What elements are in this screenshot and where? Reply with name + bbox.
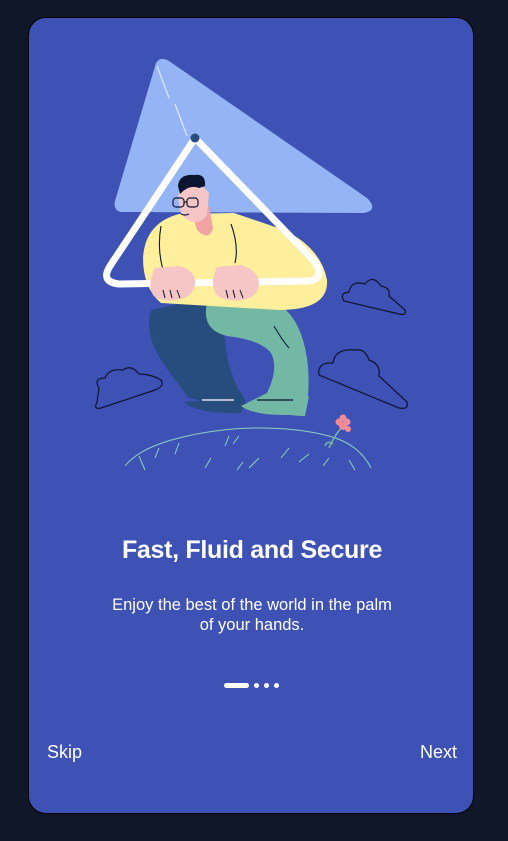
- onboarding-subtitle: Enjoy the best of the world in the palm …: [112, 596, 392, 634]
- hang-glider-illustration: [95, 58, 408, 471]
- pagination-dot[interactable]: [264, 683, 269, 688]
- skip-button[interactable]: Skip: [47, 742, 82, 763]
- pagination-indicator: [224, 683, 279, 688]
- onboarding-screen: Fast, Fluid and Secure Enjoy the best of…: [28, 17, 474, 814]
- pagination-dot[interactable]: [274, 683, 279, 688]
- onboarding-title: Fast, Fluid and Secure: [121, 536, 383, 564]
- pagination-dot-active[interactable]: [224, 683, 249, 688]
- next-button[interactable]: Next: [420, 742, 457, 763]
- pagination-dot[interactable]: [254, 683, 259, 688]
